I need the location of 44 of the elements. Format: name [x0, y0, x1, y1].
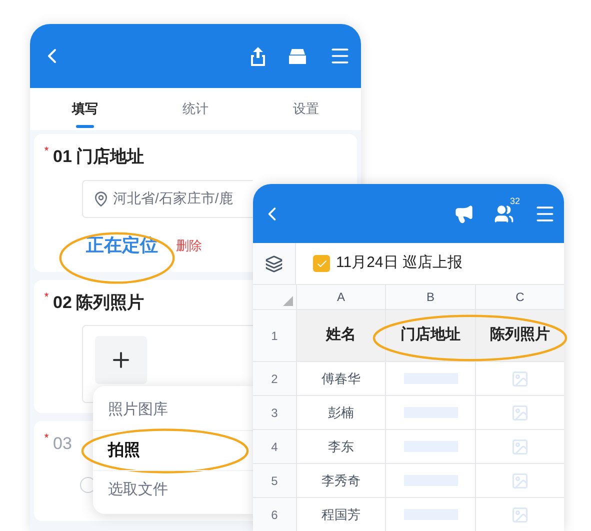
table-cell: 程国芳 [296, 498, 385, 531]
row-number: 2 [253, 362, 296, 395]
question-number: 01 [53, 146, 72, 168]
question-title: 门店地址 [76, 146, 144, 168]
table-cell: 陈列照片 [475, 310, 564, 361]
row-number: 1 [253, 310, 296, 361]
row-number: 3 [253, 396, 296, 429]
column-header[interactable]: B [385, 285, 475, 309]
image-placeholder-icon [510, 472, 530, 490]
table-cell: 李东 [296, 430, 385, 463]
address-field[interactable]: 河北省/石家庄市/鹿 [82, 180, 253, 218]
table-cell: 门店地址 [385, 310, 475, 361]
layers-icon [265, 254, 283, 272]
address-value: 河北省/石家庄市/鹿 [113, 189, 233, 208]
megaphone-icon[interactable] [454, 204, 474, 224]
row-number: 4 [253, 430, 296, 463]
row-number: 5 [253, 464, 296, 497]
table-cell: 傅春华 [296, 362, 385, 395]
delete-link[interactable]: 删除 [176, 236, 202, 256]
table-cell: 李秀奇 [296, 464, 385, 497]
image-placeholder-icon [510, 404, 530, 422]
image-placeholder-icon [510, 506, 530, 524]
question-number: 03 [53, 433, 72, 455]
add-photo-button[interactable] [95, 336, 147, 384]
question-number: 02 [53, 292, 72, 314]
sheet-title: 11月24日 巡店上报 [336, 253, 462, 274]
tab[interactable]: 设置 [250, 88, 361, 130]
table-cell: 彭楠 [296, 396, 385, 429]
image-placeholder-icon [510, 370, 530, 388]
column-header[interactable]: A [296, 285, 385, 309]
menu-item[interactable]: 照片图库 [93, 390, 253, 430]
image-placeholder-icon [510, 438, 530, 456]
tab[interactable]: 统计 [140, 88, 251, 130]
row-number: 6 [253, 498, 296, 531]
tray-icon[interactable] [288, 48, 307, 64]
column-header[interactable]: C [475, 285, 564, 309]
table-cell: 姓名 [296, 310, 385, 361]
location-pin-icon [93, 190, 109, 206]
member-count: 32 [510, 194, 520, 208]
share-icon[interactable] [250, 46, 266, 66]
layers-button[interactable] [253, 243, 296, 284]
question-title: 陈列照片 [76, 292, 144, 314]
members-icon[interactable] [494, 204, 514, 224]
tab[interactable]: 填写 [30, 88, 140, 130]
